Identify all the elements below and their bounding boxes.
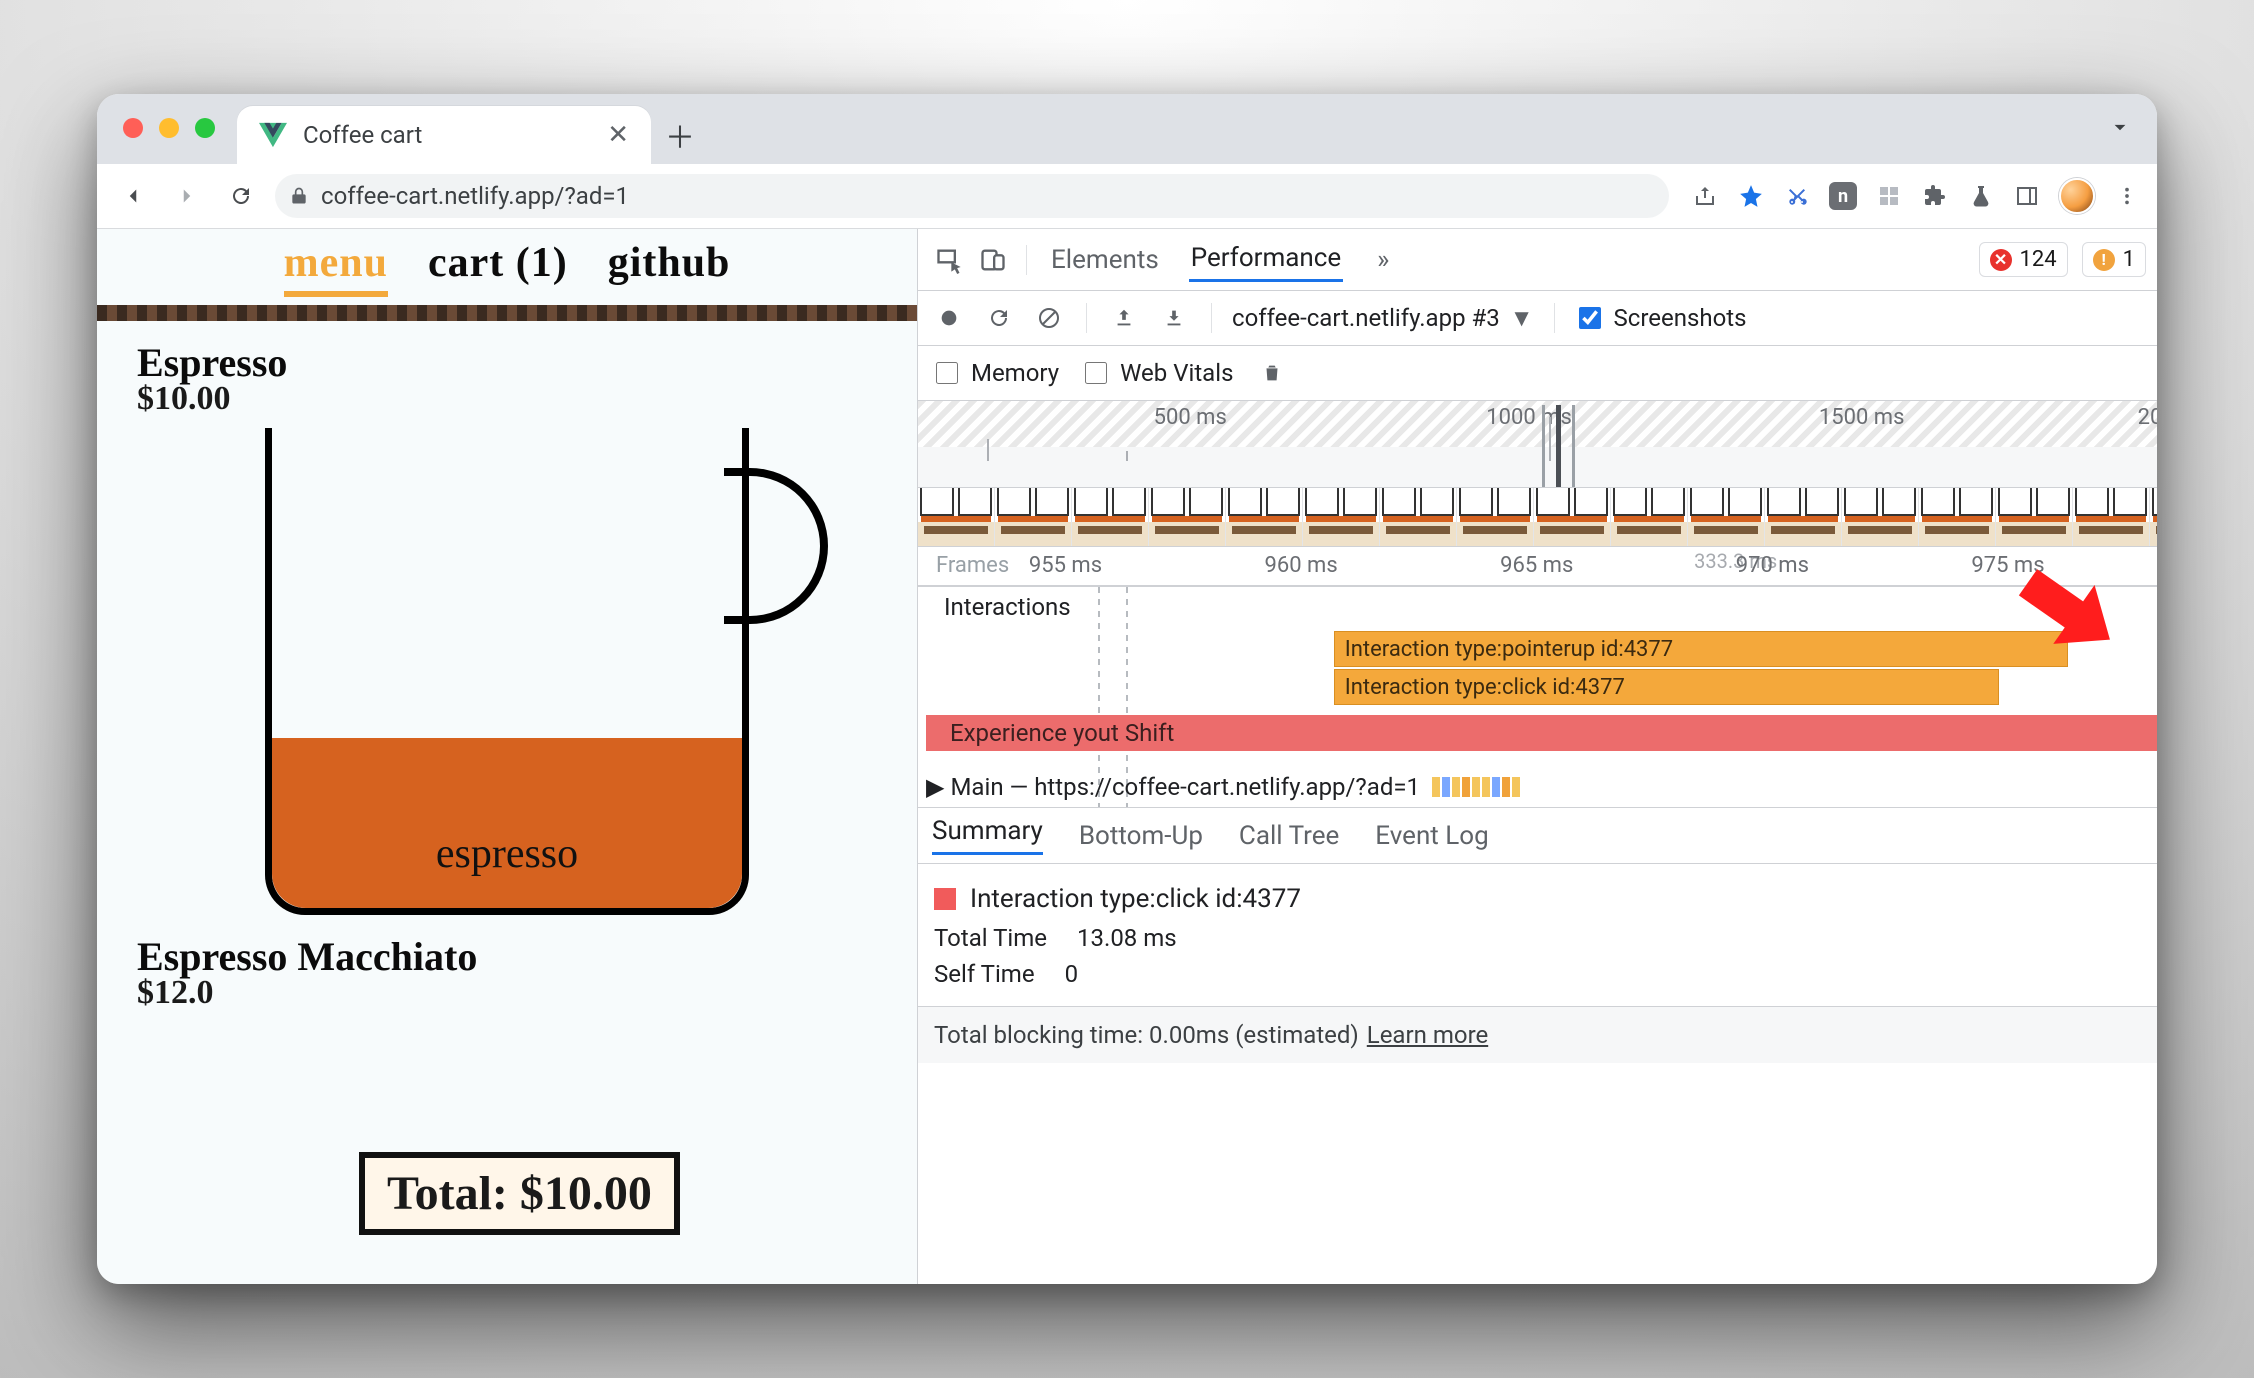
extensions-puzzle-icon[interactable] [1921, 182, 1949, 210]
error-badge[interactable]: ✕124 [1979, 242, 2068, 277]
share-icon[interactable] [1691, 182, 1719, 210]
side-panel-icon[interactable] [2013, 182, 2041, 210]
url-text: coffee-cart.netlify.app/?ad=1 [321, 182, 629, 210]
device-toolbar-icon[interactable] [976, 243, 1010, 277]
tab-event-log[interactable]: Event Log [1375, 821, 1488, 851]
tab-close-button[interactable]: ✕ [607, 122, 629, 148]
site-stripe [97, 305, 917, 321]
lock-icon [289, 186, 309, 206]
tab-title: Coffee cart [303, 121, 422, 149]
browser-window: Coffee cart ✕ ＋ coffee-cart.netlify.app/… [97, 94, 2157, 1284]
tab-call-tree[interactable]: Call Tree [1239, 821, 1339, 851]
vue-icon [259, 121, 287, 149]
ruler2[interactable]: Frames 955 ms 960 ms 965 ms 333.3 ms 970… [918, 547, 2157, 586]
summary-panel: Interaction type:click id:4377 Total Tim… [918, 864, 2157, 1006]
product-card: Espresso $10.00 espresso [97, 321, 917, 933]
bookmark-star-icon[interactable] [1737, 182, 1765, 210]
nav-cart[interactable]: cart (1) [428, 239, 568, 297]
address-bar: coffee-cart.netlify.app/?ad=1 n [97, 164, 2157, 229]
titlebar: Coffee cart ✕ ＋ [97, 94, 2157, 164]
ext-grid-icon[interactable] [1875, 182, 1903, 210]
close-window-button[interactable] [123, 118, 143, 138]
forward-button[interactable] [167, 176, 207, 216]
tab-elements[interactable]: Elements [1049, 239, 1161, 281]
product-title: Espresso [137, 339, 877, 386]
chrome-menu-icon[interactable] [2113, 182, 2141, 210]
bottom-tabs: Summary Bottom-Up Call Tree Event Log [918, 808, 2157, 864]
frames-label: Frames [936, 553, 1009, 578]
devtools-pane: Elements Performance » ✕124 !1 ✕ [918, 229, 2157, 1284]
profile-avatar[interactable] [2059, 178, 2095, 214]
more-tabs-button[interactable]: » [1377, 245, 1389, 275]
overview[interactable]: 500 ms 1000 ms 1500 ms 2000 ms CPU [918, 401, 2157, 587]
tracks[interactable]: Interactions Interaction type:pointerup … [918, 587, 2157, 808]
tick: 500 ms [1154, 405, 1227, 430]
perf-footer: Total blocking time: 0.00ms (estimated) … [918, 1006, 2157, 1063]
gc-trash-icon[interactable] [1255, 356, 1289, 390]
new-tab-button[interactable]: ＋ [651, 106, 709, 164]
tick: 2000 ms [2138, 405, 2157, 430]
main-thread-row[interactable]: ▶ Main — https://coffee-cart.netlify.app… [926, 773, 1520, 801]
perf-subbar: Memory Web Vitals [918, 346, 2157, 401]
mug-graphic[interactable]: espresso [265, 428, 749, 915]
nav-menu[interactable]: menu [284, 239, 388, 297]
tab-performance[interactable]: Performance [1189, 237, 1343, 282]
interactions-label: Interactions [944, 593, 1071, 621]
save-profile-icon[interactable] [1157, 301, 1191, 335]
labs-flask-icon[interactable] [1967, 182, 1995, 210]
browser-tab[interactable]: Coffee cart ✕ [237, 106, 651, 164]
toolbar-right: n [1683, 178, 2141, 214]
site-pane: menu cart (1) github Espresso $10.00 esp… [97, 229, 918, 1284]
perf-toolbar: coffee-cart.netlify.app #3 ▼ Screenshots [918, 291, 2157, 346]
site-nav: menu cart (1) github [97, 229, 917, 305]
reload-record-button[interactable] [982, 301, 1016, 335]
learn-more-link[interactable]: Learn more [1367, 1021, 1488, 1049]
record-button[interactable] [932, 301, 966, 335]
web-vitals-checkbox[interactable]: Web Vitals [1081, 359, 1233, 387]
interaction-bar-pointerup[interactable]: Interaction type:pointerup id:4377 [1334, 631, 2069, 667]
clear-button[interactable] [1032, 301, 1066, 335]
product2-title: Espresso Macchiato [137, 933, 877, 980]
tick: 1500 ms [1819, 405, 1905, 430]
inspect-element-icon[interactable] [932, 243, 966, 277]
back-button[interactable] [113, 176, 153, 216]
maximize-window-button[interactable] [195, 118, 215, 138]
omnibox[interactable]: coffee-cart.netlify.app/?ad=1 [275, 174, 1669, 218]
load-profile-icon[interactable] [1107, 301, 1141, 335]
reload-button[interactable] [221, 176, 261, 216]
warning-badge[interactable]: !1 [2082, 242, 2146, 277]
recording-select[interactable]: coffee-cart.netlify.app #3 ▼ [1232, 304, 1534, 333]
memory-checkbox[interactable]: Memory [932, 359, 1059, 387]
mug-label: espresso [272, 830, 742, 878]
swatch-icon [934, 888, 956, 910]
scissors-icon[interactable] [1783, 182, 1811, 210]
ext-badge-n-icon[interactable]: n [1829, 182, 1857, 210]
experience-bar[interactable]: Experience yout Shift [926, 715, 2157, 751]
devtools-topbar: Elements Performance » ✕124 !1 ✕ [918, 229, 2157, 291]
tab-summary[interactable]: Summary [932, 816, 1043, 855]
window-dropdown[interactable] [2107, 114, 2133, 140]
nav-github[interactable]: github [608, 239, 731, 297]
cart-total[interactable]: Total: $10.00 [359, 1152, 680, 1235]
interaction-bar-click[interactable]: Interaction type:click id:4377 [1334, 669, 1999, 705]
tab-bottom-up[interactable]: Bottom-Up [1079, 821, 1203, 851]
caret-down-icon: ▼ [1510, 304, 1534, 333]
screenshot-strip[interactable] [918, 487, 2157, 547]
summary-selected: Interaction type:click id:4377 [970, 884, 1301, 914]
screenshots-checkbox[interactable]: Screenshots [1575, 304, 1747, 332]
product-card-2: Espresso Macchiato $12.0 [97, 933, 917, 1012]
window-controls [123, 118, 215, 138]
red-arrow-annotation [1999, 551, 2139, 671]
minimize-window-button[interactable] [159, 118, 179, 138]
